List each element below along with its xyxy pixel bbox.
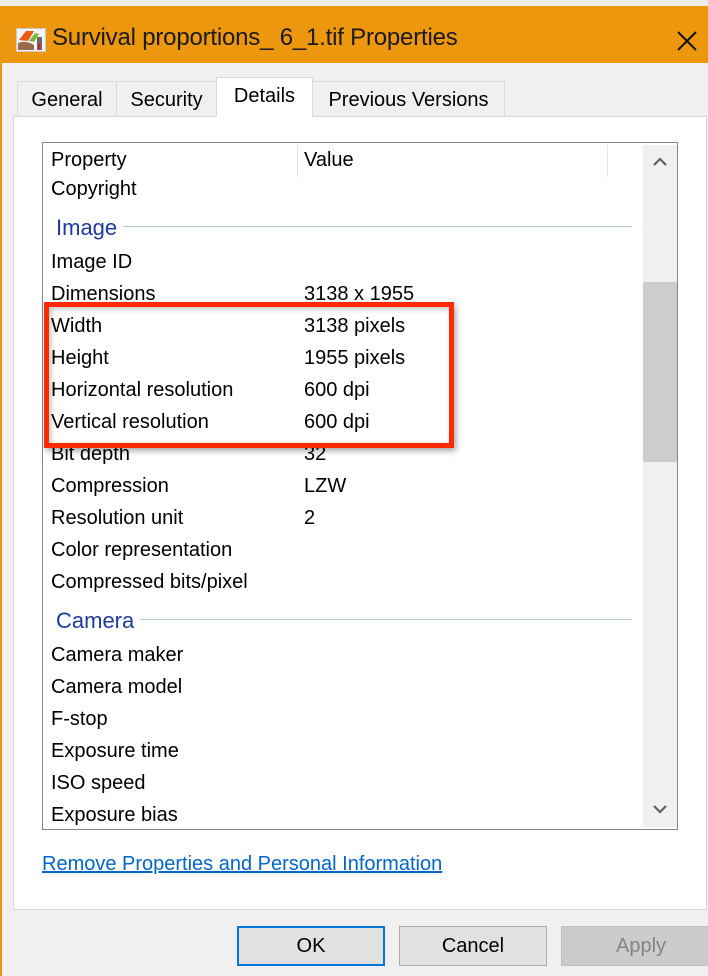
group-header-camera: Camera — [56, 608, 135, 633]
property-value: 3138 pixels — [304, 315, 406, 337]
title-bar[interactable]: Survival proportions_ 6_1.tif Properties — [0, 6, 708, 63]
property-name: Compression — [51, 475, 169, 497]
list-item[interactable]: F-stop — [51, 706, 108, 732]
column-header-property[interactable]: Property — [51, 147, 127, 173]
scrollbar-thumb[interactable] — [643, 282, 677, 462]
properties-list[interactable]: Property Value Copyright Image Image ID … — [42, 142, 678, 830]
property-value: 3138 x 1955 — [304, 283, 415, 305]
ok-button[interactable]: OK — [237, 926, 385, 966]
list-item[interactable]: Vertical resolution 600 dpi — [51, 409, 370, 435]
column-divider[interactable] — [297, 145, 298, 177]
tab-details[interactable]: Details — [216, 77, 313, 117]
group-divider — [140, 619, 632, 620]
apply-button[interactable]: Apply — [561, 926, 708, 966]
property-name: Bit depth — [51, 443, 130, 465]
list-item[interactable]: Dimensions 3138 x 1955 — [51, 281, 414, 307]
property-name: Horizontal resolution — [51, 379, 234, 401]
property-name: Resolution unit — [51, 507, 184, 529]
tab-security[interactable]: Security — [116, 81, 217, 116]
property-name: Copyright — [51, 178, 137, 200]
property-name: F-stop — [51, 708, 108, 730]
close-icon[interactable] — [672, 26, 702, 56]
chevron-up-icon[interactable] — [643, 145, 677, 179]
tab-general[interactable]: General — [17, 81, 117, 116]
list-item[interactable]: Height 1955 pixels — [51, 345, 405, 371]
window-title: Survival proportions_ 6_1.tif Properties — [52, 24, 458, 51]
list-item[interactable]: Bit depth 32 — [51, 441, 326, 467]
property-value: 1955 pixels — [304, 347, 406, 369]
remove-properties-link[interactable]: Remove Properties and Personal Informati… — [42, 851, 442, 877]
property-name: Compressed bits/pixel — [51, 571, 248, 593]
property-name: Image ID — [51, 251, 133, 273]
column-divider[interactable] — [607, 145, 608, 177]
column-header-value[interactable]: Value — [304, 147, 354, 173]
cancel-button[interactable]: Cancel — [399, 926, 547, 966]
list-item[interactable]: Exposure bias — [51, 802, 178, 828]
property-value: 32 — [304, 443, 327, 465]
list-item[interactable]: Exposure time — [51, 738, 179, 764]
list-item[interactable]: Camera maker — [51, 642, 183, 668]
list-item[interactable]: Compressed bits/pixel — [51, 569, 248, 595]
property-name: Exposure bias — [51, 804, 178, 826]
list-item[interactable]: Copyright — [51, 176, 137, 202]
property-name: Exposure time — [51, 740, 179, 762]
list-item[interactable]: ISO speed — [51, 770, 146, 796]
tab-previous-versions[interactable]: Previous Versions — [312, 81, 505, 116]
chevron-down-icon[interactable] — [643, 793, 677, 827]
property-name: Height — [51, 347, 109, 369]
tif-image-file-icon — [16, 28, 46, 52]
property-name: Camera model — [51, 676, 183, 698]
list-item[interactable]: Width 3138 pixels — [51, 313, 405, 339]
list-item[interactable]: Compression LZW — [51, 473, 346, 499]
list-item[interactable]: Horizontal resolution 600 dpi — [51, 377, 370, 403]
list-item[interactable]: Resolution unit 2 — [51, 505, 315, 531]
vertical-scrollbar[interactable] — [643, 145, 677, 827]
property-name: Camera maker — [51, 644, 184, 666]
property-value: 2 — [304, 507, 316, 529]
group-header-image: Image — [56, 215, 118, 240]
list-item[interactable]: Camera model — [51, 674, 182, 700]
property-name: Dimensions — [51, 283, 156, 305]
property-name: ISO speed — [51, 772, 146, 794]
property-value: 600 dpi — [304, 411, 370, 433]
property-value: LZW — [304, 475, 347, 497]
property-name: Vertical resolution — [51, 411, 209, 433]
list-item[interactable]: Color representation — [51, 537, 232, 563]
property-name: Width — [51, 315, 103, 337]
property-name: Color representation — [51, 539, 233, 561]
window-border — [0, 6, 2, 976]
property-value: 600 dpi — [304, 379, 370, 401]
group-divider — [123, 226, 632, 227]
list-item[interactable]: Image ID — [51, 249, 132, 275]
